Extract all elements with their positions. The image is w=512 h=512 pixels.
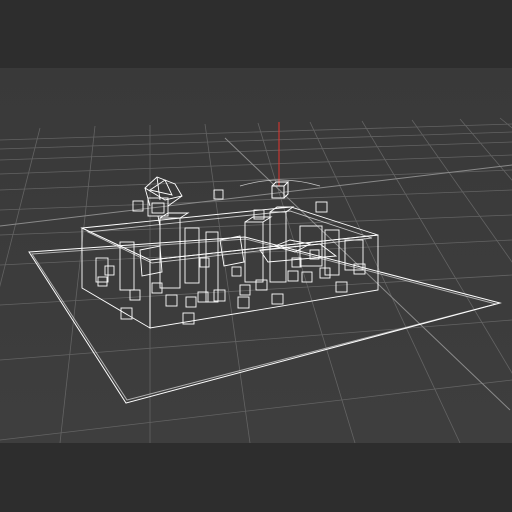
app-window — [0, 0, 512, 512]
3d-viewport[interactable] — [0, 68, 512, 443]
grid-axes — [0, 137, 512, 411]
gizmo-cube[interactable] — [239, 122, 321, 199]
top-frame-bar — [0, 0, 512, 68]
bottom-frame-bar — [0, 443, 512, 512]
viewport-canvas[interactable] — [0, 68, 512, 443]
building-complex[interactable] — [80, 206, 379, 329]
